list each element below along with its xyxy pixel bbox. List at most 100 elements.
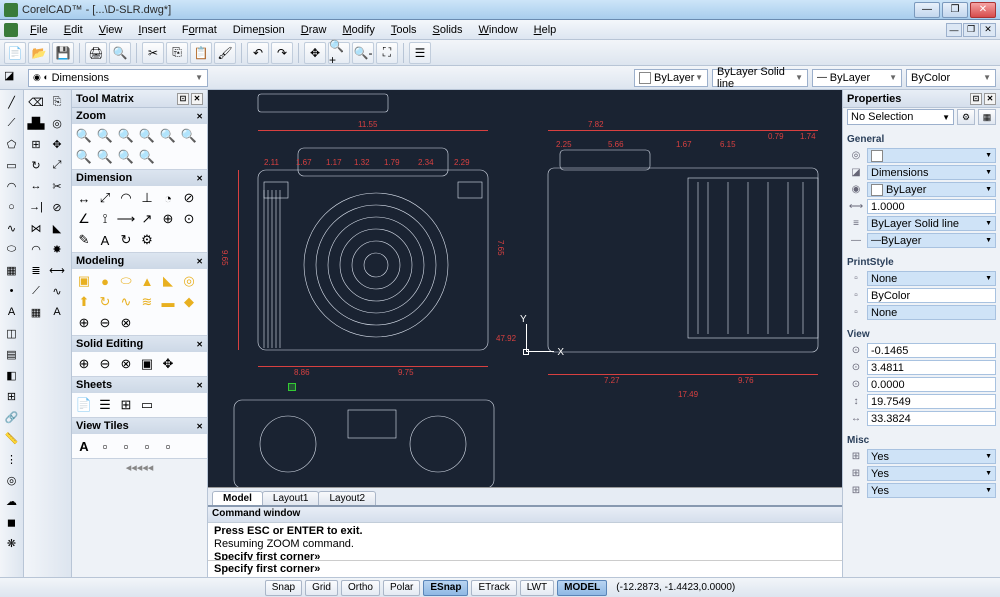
array-tool[interactable]: ⊞ <box>26 134 46 154</box>
linetype-field[interactable]: ByLayer Solid line▼ <box>867 216 996 231</box>
explode-tool[interactable]: ✸ <box>47 239 67 259</box>
layer-field[interactable]: Dimensions▼ <box>867 165 996 180</box>
match-properties-button[interactable]: 🖌 <box>214 42 236 64</box>
insert-tool[interactable]: ⊞ <box>2 386 22 406</box>
ps-field-1[interactable]: None▼ <box>867 271 996 286</box>
zoom-extents-icon[interactable]: 🔍 <box>158 126 178 146</box>
trim-tool[interactable]: ✂ <box>47 176 67 196</box>
redo-button[interactable]: ↷ <box>271 42 293 64</box>
vt-2-icon[interactable]: ▫ <box>116 436 136 456</box>
region-tool[interactable]: ◫ <box>2 323 22 343</box>
open-button[interactable]: 📂 <box>28 42 50 64</box>
undo-button[interactable]: ↶ <box>247 42 269 64</box>
polygon-tool[interactable]: ⬠ <box>2 134 22 154</box>
model-toggle[interactable]: MODEL <box>557 580 607 596</box>
stretch-tool[interactable]: ↔ <box>26 176 46 196</box>
fillet-tool[interactable]: ◠ <box>26 239 46 259</box>
dim-tolerance-icon[interactable]: ⊕ <box>158 209 178 229</box>
selection-combo[interactable]: No Selection▼ <box>847 109 954 125</box>
pan-button[interactable]: ✥ <box>304 42 326 64</box>
tool-matrix-pin-icon[interactable]: ⊡ <box>177 93 189 105</box>
properties-pin-icon[interactable]: ⊡ <box>970 93 982 105</box>
cut-button[interactable]: ✂ <box>142 42 164 64</box>
cylinder-icon[interactable]: ⬭ <box>116 271 136 291</box>
menu-help[interactable]: Help <box>526 22 565 38</box>
properties-close-icon[interactable]: ✕ <box>984 93 996 105</box>
dim-radius-icon[interactable]: ◔ <box>158 188 178 208</box>
dim-center-icon[interactable]: ⊙ <box>179 209 199 229</box>
revcloud-tool[interactable]: ☁ <box>2 491 22 511</box>
solid-editing-section-header[interactable]: Solid Editing✕ <box>72 336 207 352</box>
dim-arc-icon[interactable]: ◠ <box>116 188 136 208</box>
measure-tool[interactable]: 📏 <box>2 428 22 448</box>
wedge-icon[interactable]: ◣ <box>158 271 178 291</box>
misc-field-3[interactable]: Yes▼ <box>867 483 996 498</box>
etrack-toggle[interactable]: ETrack <box>471 580 516 596</box>
loft-icon[interactable]: ≋ <box>137 292 157 312</box>
cone-icon[interactable]: ▲ <box>137 271 157 291</box>
zoom-object-icon[interactable]: 🔍 <box>137 147 157 167</box>
canvas[interactable]: 11.55 2.11 1.67 1.17 1.32 1.79 2.34 2.29… <box>208 90 842 487</box>
menu-file[interactable]: File <box>22 22 56 38</box>
dimension-section-header[interactable]: Dimension✕ <box>72 170 207 186</box>
zoom-center-icon[interactable]: 🔍 <box>95 147 115 167</box>
hatch-tool[interactable]: ▦ <box>2 260 22 280</box>
zoom-scale-icon[interactable]: 🔍 <box>116 147 136 167</box>
new-button[interactable]: 📄 <box>4 42 26 64</box>
arc-tool[interactable]: ◠ <box>2 176 22 196</box>
modeling-section-header[interactable]: Modeling✕ <box>72 253 207 269</box>
view-y-field[interactable]: 3.4811 <box>867 360 996 375</box>
torus-icon[interactable]: ◎ <box>179 271 199 291</box>
print-button[interactable]: 🖨 <box>85 42 107 64</box>
quick-select-button[interactable]: ⚙ <box>957 109 975 125</box>
copy-tool[interactable]: ⎘ <box>47 92 67 112</box>
lengthen-tool[interactable]: ⟷ <box>47 260 67 280</box>
scale-tool[interactable]: ⤢ <box>47 155 67 175</box>
block-tool[interactable]: ◧ <box>2 365 22 385</box>
xref-tool[interactable]: 🔗 <box>2 407 22 427</box>
menu-format[interactable]: Format <box>174 22 225 38</box>
zoom-all-icon[interactable]: 🔍 <box>74 147 94 167</box>
view-h-field[interactable]: 19.7549 <box>867 394 996 409</box>
lwt-toggle[interactable]: LWT <box>520 580 554 596</box>
dim-leader-icon[interactable]: ↗ <box>137 209 157 229</box>
sweep-icon[interactable]: ∿ <box>116 292 136 312</box>
view-x-field[interactable]: -0.1465 <box>867 343 996 358</box>
dim-tedit-icon[interactable]: A <box>95 230 115 250</box>
polysolid-icon[interactable]: ▬ <box>158 292 178 312</box>
polyline-tool[interactable]: ⟋ <box>2 113 22 133</box>
lineweight-combo[interactable]: — ByLayer▼ <box>812 69 902 87</box>
menu-draw[interactable]: Draw <box>293 22 335 38</box>
dim-edit-icon[interactable]: ✎ <box>74 230 94 250</box>
wipeout-tool[interactable]: ◼ <box>2 512 22 532</box>
dim-baseline-icon[interactable]: ⟟ <box>95 209 115 229</box>
subtract-icon[interactable]: ⊖ <box>95 313 115 333</box>
misc-field-1[interactable]: Yes▼ <box>867 449 996 464</box>
new-sheet-icon[interactable]: 📄 <box>74 395 94 415</box>
se-move-icon[interactable]: ✥ <box>158 354 178 374</box>
zoom-in-button[interactable]: 🔍+ <box>328 42 350 64</box>
tool-matrix-header[interactable]: Tool Matrix ⊡✕ <box>72 90 207 108</box>
command-window-header[interactable]: Command window <box>208 507 842 523</box>
sphere-icon[interactable]: ● <box>95 271 115 291</box>
maximize-button[interactable]: ❐ <box>942 2 968 18</box>
properties-header[interactable]: Properties ⊡✕ <box>843 90 1000 108</box>
dim-aligned-icon[interactable]: ⤢ <box>95 188 115 208</box>
move-tool[interactable]: ✥ <box>47 134 67 154</box>
layer-manager-button[interactable]: ◪ <box>4 69 24 87</box>
tool-matrix-collapse[interactable]: ◂◂◂◂◂ <box>72 459 207 476</box>
snap-toggle[interactable]: Snap <box>265 580 302 596</box>
mdi-close[interactable]: ✕ <box>980 23 996 37</box>
circle-tool[interactable]: ○ <box>2 197 22 217</box>
viewtiles-section-header[interactable]: View Tiles✕ <box>72 418 207 434</box>
minimize-button[interactable]: — <box>914 2 940 18</box>
union-icon[interactable]: ⊕ <box>74 313 94 333</box>
tab-layout2[interactable]: Layout2 <box>318 491 376 505</box>
text-tool[interactable]: A <box>2 302 22 322</box>
se-extrude-icon[interactable]: ▣ <box>137 354 157 374</box>
menu-insert[interactable]: Insert <box>130 22 174 38</box>
point-tool[interactable]: • <box>2 281 22 301</box>
linetype-combo[interactable]: ByLayer Solid line▼ <box>712 69 808 87</box>
copy-button[interactable]: ⎘ <box>166 42 188 64</box>
line-tool[interactable]: ╱ <box>2 92 22 112</box>
